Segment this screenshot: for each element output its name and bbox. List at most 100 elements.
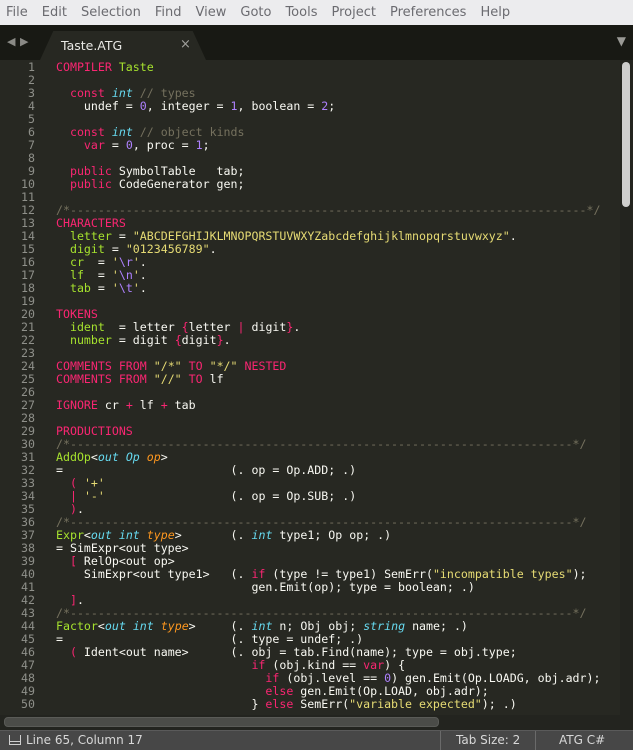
code-token: (: [69, 476, 77, 490]
code-token: Taste: [118, 60, 154, 74]
code-token: tab: [69, 281, 91, 295]
horizontal-scrollbar[interactable]: [0, 715, 620, 730]
code-token: /*--------------------------------------…: [56, 515, 587, 529]
code-token: public: [69, 177, 112, 191]
code-editor[interactable]: 1 COMPILER Taste 2 3 const int // types 4 un…: [0, 60, 620, 715]
menu-help[interactable]: Help: [473, 0, 517, 25]
code-token: = SimExpr<out type>: [56, 541, 189, 555]
code-token: var: [363, 658, 385, 672]
code-token: SemErr(: [293, 697, 350, 711]
code-token: else: [265, 697, 294, 711]
code-token: COMPILER: [56, 60, 112, 74]
tab-title: Taste.ATG: [61, 38, 123, 53]
code-token: lf: [132, 398, 161, 412]
menu-edit[interactable]: Edit: [35, 0, 74, 25]
tab-size-button[interactable]: Tab Size: 2: [456, 733, 520, 747]
code-token: int: [132, 619, 154, 633]
panel-toggle-icon[interactable]: [9, 735, 21, 745]
divider: [535, 731, 536, 750]
code-token: .: [139, 268, 147, 282]
code-token: /*--------------------------------------…: [56, 606, 587, 620]
tab-menu-icon[interactable]: ▼: [617, 34, 626, 48]
vertical-scroll-thumb[interactable]: [622, 62, 630, 207]
menu-file[interactable]: File: [0, 0, 35, 25]
code-token: {: [174, 333, 182, 347]
code-token: (: [69, 645, 77, 659]
code-token: ); .): [481, 697, 517, 711]
code-token: cr: [97, 398, 126, 412]
code-token: ': [111, 268, 119, 282]
code-text: COMPILER Taste: [56, 61, 154, 74]
menu-find[interactable]: Find: [148, 0, 189, 25]
vertical-scrollbar[interactable]: [620, 60, 633, 730]
code-token: int: [251, 528, 273, 542]
horizontal-scroll-thumb[interactable]: [4, 717, 439, 727]
code-token: COMMENTS FROM: [56, 359, 147, 373]
code-token: /*--------------------------------------…: [56, 203, 601, 217]
code-token: n; Obj obj;: [272, 619, 364, 633]
code-token: gen.Emit(Op.LOAD, obj.adr);: [293, 684, 489, 698]
code-token: =: [83, 255, 112, 269]
code-token: int: [251, 619, 273, 633]
code-token: NESTED: [244, 359, 287, 373]
code-token: int: [111, 86, 133, 100]
code-token: string: [363, 619, 406, 633]
code-token: 1: [195, 138, 203, 152]
tab-taste-atg[interactable]: Taste.ATG ×: [40, 31, 206, 60]
code-text: tab = '\t'.: [56, 282, 147, 295]
menu-project[interactable]: Project: [324, 0, 382, 25]
code-token: {: [181, 320, 189, 334]
code-token: TO: [188, 372, 203, 386]
menu-goto[interactable]: Goto: [233, 0, 278, 25]
code-token: .: [76, 502, 84, 516]
code-token: = letter: [104, 320, 182, 334]
code-token: '-': [83, 489, 105, 503]
code-token: = (. type = undef; .): [56, 632, 364, 646]
menu-view[interactable]: View: [189, 0, 234, 25]
code-token: 0: [125, 138, 133, 152]
code-line: 34 | '-' (. op = Op.SUB; .): [0, 490, 620, 503]
menu-tools[interactable]: Tools: [278, 0, 324, 25]
code-line: 50 } else SemErr("variable expected"); .…: [0, 698, 620, 711]
code-text: number = digit {digit}.: [56, 334, 231, 347]
code-token: number: [69, 333, 112, 347]
code-token: var: [83, 138, 105, 152]
code-token: <: [97, 619, 105, 633]
code-line: 4 undef = 0, integer = 1, boolean = 2;: [0, 100, 620, 113]
code-token: .: [223, 333, 231, 347]
code-token: gen.Emit(op); type = boolean; .): [56, 580, 475, 594]
code-token: if: [265, 671, 280, 685]
nav-back-icon[interactable]: ◀: [7, 35, 15, 48]
cursor-position: Line 65, Column 17: [26, 733, 143, 747]
code-token: ;: [202, 138, 210, 152]
code-token: .: [76, 593, 84, 607]
close-icon[interactable]: ×: [180, 37, 191, 52]
code-token: .: [209, 242, 217, 256]
code-token: // object kinds: [139, 125, 245, 139]
code-token: (. op = Op.SUB; .): [104, 489, 357, 503]
code-token: (type != type1) SemErr(: [265, 567, 433, 581]
code-token: 0: [384, 671, 392, 685]
code-token: .: [139, 281, 147, 295]
code-token: const: [69, 125, 105, 139]
code-text: /*--------------------------------------…: [56, 204, 600, 217]
menu-selection[interactable]: Selection: [74, 0, 148, 25]
menu-preferences[interactable]: Preferences: [383, 0, 473, 25]
syntax-button[interactable]: ATG C#: [559, 733, 605, 747]
nav-forward-icon[interactable]: ▶: [20, 35, 28, 48]
code-token: out: [97, 450, 119, 464]
